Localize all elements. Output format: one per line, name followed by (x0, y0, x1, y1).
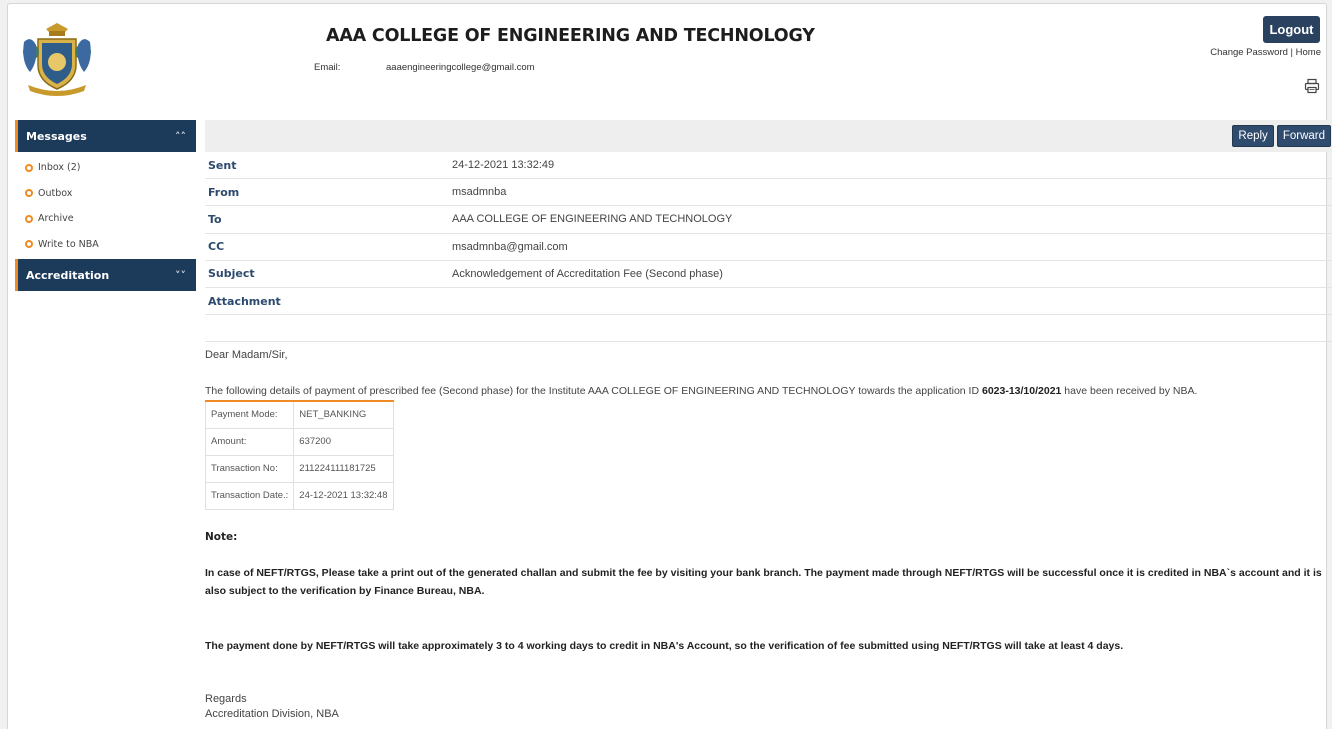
email-label: Email: (314, 62, 341, 73)
sidebar-item-outbox[interactable]: Outbox (15, 181, 196, 207)
meta-value: msadmnba (452, 186, 507, 199)
payment-value: 211224111181725 (293, 454, 394, 483)
regards-text: Regards (205, 693, 247, 705)
messages-section-label: Messages (26, 129, 87, 143)
meta-row-from: From msadmnba (205, 179, 1332, 207)
sidebar-item-label: Outbox (38, 187, 73, 199)
payment-intro-suffix: have been received by NBA. (1061, 385, 1198, 397)
meta-label: Subject (208, 267, 255, 281)
note-label: Note: (205, 531, 238, 543)
meta-label: Sent (208, 158, 237, 172)
neft-instructions-paragraph: In case of NEFT/RTGS, Please take a prin… (205, 567, 1322, 597)
payment-key: Payment Mode: (204, 400, 295, 429)
change-password-link[interactable]: Change Password (1210, 47, 1288, 58)
sidebar-item-archive[interactable]: Archive (15, 206, 196, 232)
payment-key: Transaction No: (204, 454, 295, 483)
header: AAA COLLEGE OF ENGINEERING AND TECHNOLOG… (8, 4, 1326, 114)
accreditation-section-header[interactable]: Accreditation ˅˅ (15, 259, 196, 291)
messages-menu: Inbox (2) Outbox Archive Write to NBA (15, 152, 196, 259)
application-id: 6023-13/10/2021 (981, 385, 1062, 397)
payment-details-table: Payment Mode: NET_BANKING Amount: 637200… (204, 400, 394, 510)
sidebar-item-label: Archive (38, 213, 74, 225)
meta-label: Attachment (208, 294, 281, 308)
double-chevron-down-icon[interactable]: ˅˅ (175, 269, 186, 282)
college-title: AAA COLLEGE OF ENGINEERING AND TECHNOLOG… (326, 26, 815, 46)
sidebar-item-label: Inbox (2) (38, 162, 81, 174)
signature-block: Regards Accreditation Division, NBA (205, 692, 339, 722)
college-crest-logo-icon (16, 17, 98, 100)
message-meta: Sent 24-12-2021 13:32:49 From msadmnba T… (205, 152, 1332, 343)
meta-label: CC (208, 240, 225, 254)
table-row: Transaction Date.: 24-12-2021 13:32:48 (204, 481, 394, 510)
meta-row-cc: CC msadmnba@gmail.com (205, 234, 1332, 261)
neft-timing-paragraph: The payment done by NEFT/RTGS will take … (205, 640, 1124, 652)
email-value: aaaengineeringcollege@gmail.com (386, 62, 535, 73)
sidebar-item-label: Write to NBA (38, 238, 99, 250)
ring-bullet-icon (25, 214, 33, 223)
meta-spacer-row (205, 315, 1332, 343)
payment-key: Amount: (204, 427, 295, 456)
ring-bullet-icon (25, 163, 33, 172)
meta-value: Acknowledgement of Accreditation Fee (Se… (452, 267, 723, 280)
forward-button[interactable]: Forward (1276, 125, 1331, 147)
payment-value: 24-12-2021 13:32:48 (293, 481, 394, 510)
greeting: Dear Madam/Sir, (205, 349, 288, 361)
table-row: Amount: 637200 (204, 427, 394, 456)
messages-section-header[interactable]: Messages ˄˄ (15, 120, 196, 152)
accreditation-section-label: Accreditation (26, 268, 110, 282)
page-frame: AAA COLLEGE OF ENGINEERING AND TECHNOLOG… (7, 3, 1332, 729)
meta-label: To (208, 212, 222, 226)
meta-row-subject: Subject Acknowledgement of Accreditation… (205, 261, 1332, 288)
sidebar-item-inbox[interactable]: Inbox (2) (15, 155, 196, 181)
ring-bullet-icon (25, 189, 33, 198)
payment-intro-paragraph: The following details of payment of pres… (205, 385, 1197, 397)
meta-value: 24-12-2021 13:32:49 (452, 159, 555, 172)
sidebar-item-write-to-nba[interactable]: Write to NBA (15, 232, 196, 258)
payment-intro-prefix: The following details of payment of pres… (205, 385, 982, 397)
payment-value: 637200 (293, 427, 394, 456)
meta-row-attachment: Attachment (205, 288, 1332, 316)
payment-key: Transaction Date.: (204, 481, 295, 510)
message-view: Reply Forward Sent 24-12-2021 13:32:49 F… (204, 120, 1332, 720)
top-links: Change Password | Home (1210, 47, 1321, 58)
meta-row-sent: Sent 24-12-2021 13:32:49 (205, 152, 1332, 180)
sidebar: Messages ˄˄ Inbox (2) Outbox Archive Wri… (15, 120, 196, 291)
double-chevron-up-icon[interactable]: ˄˄ (175, 130, 186, 143)
meta-label: From (208, 185, 240, 199)
link-separator: | (1290, 47, 1294, 58)
meta-row-to: To AAA COLLEGE OF ENGINEERING AND TECHNO… (205, 206, 1332, 234)
logout-button[interactable]: Logout (1263, 16, 1320, 43)
meta-value: msadmnba@gmail.com (452, 240, 568, 253)
printer-icon[interactable] (1304, 78, 1320, 94)
meta-value: AAA COLLEGE OF ENGINEERING AND TECHNOLOG… (452, 213, 733, 226)
signature-text: Accreditation Division, NBA (205, 708, 339, 720)
message-toolbar: Reply Forward (205, 120, 1332, 152)
payment-value: NET_BANKING (293, 400, 394, 429)
table-row: Payment Mode: NET_BANKING (204, 400, 394, 429)
ring-bullet-icon (25, 240, 33, 249)
home-link[interactable]: Home (1296, 47, 1321, 58)
table-row: Transaction No: 211224111181725 (204, 454, 394, 483)
reply-button[interactable]: Reply (1232, 125, 1274, 147)
